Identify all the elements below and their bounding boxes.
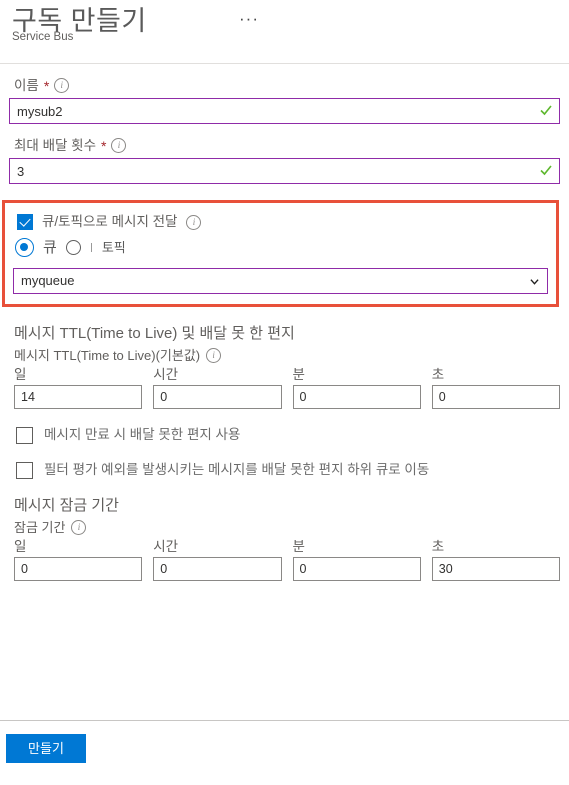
ttl-minutes-label: 분 <box>292 367 305 382</box>
forwarding-info-icon[interactable] <box>186 214 202 230</box>
page-footer: 만들기 <box>0 720 569 785</box>
more-menu-icon[interactable]: ··· <box>239 10 259 27</box>
radio-separator <box>90 243 92 252</box>
name-label-text: 이름 <box>14 78 39 93</box>
radio-topic-label: 토픽 <box>101 239 126 255</box>
forwarding-checkbox[interactable] <box>17 214 33 230</box>
name-required-marker: * <box>43 77 50 94</box>
ttl-sub-label: 메시지 TTL(Time to Live)(기본값) <box>14 347 560 364</box>
forwarding-checkbox-label: 큐/토픽으로 메시지 전달 <box>42 214 178 229</box>
ttl-hours-input[interactable] <box>153 385 282 409</box>
max-delivery-count-input-wrap <box>9 158 560 184</box>
ttl-duration-row: 일 시간 분 초 <box>14 366 560 409</box>
lock-days-label: 일 <box>14 539 27 554</box>
lock-seconds-cell: 초 <box>431 538 560 581</box>
dead-letter-on-expiration-label: 메시지 만료 시 배달 못한 편지 사용 <box>44 427 241 442</box>
ttl-days-cell: 일 <box>14 366 143 409</box>
dead-letter-on-expiration-checkbox[interactable] <box>16 426 33 444</box>
forwarding-highlight-box: 큐/토픽으로 메시지 전달 큐 토픽 myqueue <box>2 200 559 307</box>
lock-hours-cell: 시간 <box>153 538 282 581</box>
lock-duration-row: 일 시간 분 초 <box>14 538 560 581</box>
lock-seconds-input[interactable] <box>431 557 560 581</box>
header-divider <box>0 63 569 64</box>
forwarding-destination-select[interactable]: myqueue <box>13 268 548 294</box>
lock-minutes-input[interactable] <box>292 557 421 581</box>
lock-sub-label-text: 잠금 기간 <box>14 520 66 535</box>
ttl-seconds-input[interactable] <box>431 385 560 409</box>
ttl-minutes-cell: 분 <box>292 366 421 409</box>
radio-topic[interactable] <box>65 240 81 255</box>
lock-info-icon[interactable] <box>71 520 87 535</box>
lock-minutes-cell: 분 <box>292 538 421 581</box>
lock-seconds-label: 초 <box>431 539 445 554</box>
dead-letter-on-expiration-row[interactable]: 메시지 만료 시 배달 못한 편지 사용 <box>16 426 560 444</box>
max-delivery-count-label-text: 최대 배달 횟수 <box>14 138 97 153</box>
ttl-seconds-label: 초 <box>431 367 445 382</box>
lock-hours-input[interactable] <box>153 557 282 581</box>
dead-letter-on-filter-exception-checkbox[interactable] <box>16 461 33 479</box>
radio-queue[interactable] <box>15 238 34 257</box>
lock-hours-label: 시간 <box>153 539 179 554</box>
name-input-wrap <box>9 98 560 124</box>
radio-queue-label: 큐 <box>43 238 57 256</box>
lock-minutes-label: 분 <box>292 539 305 554</box>
max-delivery-count-required-marker: * <box>101 137 107 154</box>
max-delivery-count-label: 최대 배달 횟수 * <box>14 137 560 154</box>
ttl-hours-cell: 시간 <box>153 366 282 409</box>
name-info-icon[interactable] <box>54 78 70 93</box>
ttl-days-input[interactable] <box>14 385 143 409</box>
forwarding-checkbox-row[interactable]: 큐/토픽으로 메시지 전달 <box>17 213 550 231</box>
create-button[interactable]: 만들기 <box>6 734 86 763</box>
max-delivery-count-input[interactable] <box>9 158 560 184</box>
ttl-days-label: 일 <box>14 367 27 382</box>
forwarding-destination-wrap: myqueue <box>13 268 548 294</box>
ttl-seconds-cell: 초 <box>431 366 560 409</box>
subscription-form: 이름 * 최대 배달 횟수 * 큐/토픽으로 메시지 전달 큐 토 <box>0 77 569 581</box>
lock-section-title: 메시지 잠금 기간 <box>14 497 119 514</box>
ttl-hours-label: 시간 <box>153 367 179 382</box>
name-input[interactable] <box>9 98 560 124</box>
dead-letter-on-filter-exception-row[interactable]: 필터 평가 예외를 발생시키는 메시지를 배달 못한 편지 하위 큐로 이동 <box>16 461 560 479</box>
page-header: 구독 만들기 ··· Service Bus <box>0 0 569 58</box>
forwarding-radio-group: 큐 토픽 <box>15 238 550 257</box>
lock-days-input[interactable] <box>14 557 143 581</box>
lock-sub-label: 잠금 기간 <box>14 519 560 536</box>
lock-days-cell: 일 <box>14 538 143 581</box>
ttl-sub-label-text: 메시지 TTL(Time to Live)(기본값) <box>14 348 201 363</box>
ttl-minutes-input[interactable] <box>292 385 421 409</box>
name-label: 이름 * <box>14 77 560 94</box>
footer-divider <box>0 720 569 721</box>
ttl-info-icon[interactable] <box>206 348 222 363</box>
dead-letter-on-filter-exception-label: 필터 평가 예외를 발생시키는 메시지를 배달 못한 편지 하위 큐로 이동 <box>44 462 430 477</box>
max-delivery-count-info-icon[interactable] <box>111 138 127 153</box>
ttl-section-title: 메시지 TTL(Time to Live) 및 배달 못 한 편지 <box>14 325 295 342</box>
